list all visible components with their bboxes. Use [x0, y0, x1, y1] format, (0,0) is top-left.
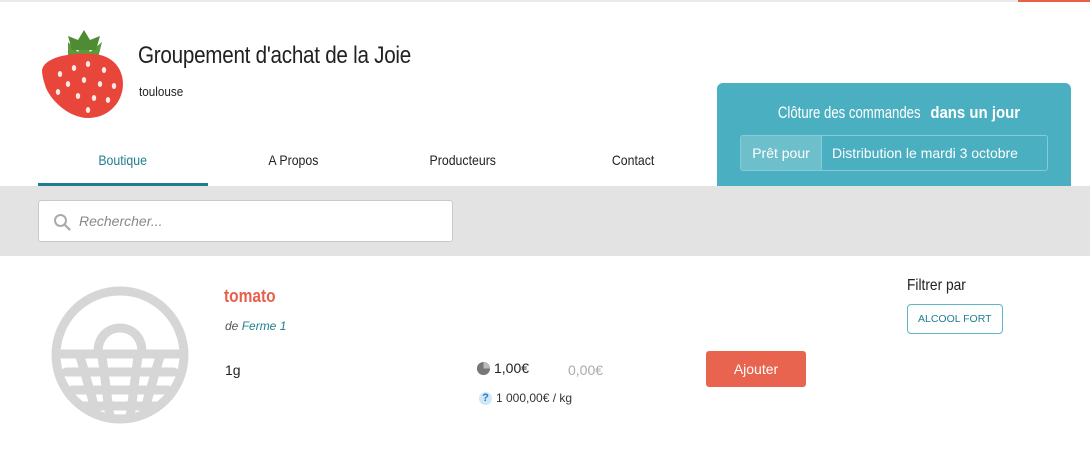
- order-deadline-emphasis: dans un jour: [930, 103, 1020, 122]
- nav-tab-contact[interactable]: Contact: [548, 144, 718, 186]
- site-title: Groupement d'achat de la Joie: [138, 42, 411, 69]
- nav-tab-boutique[interactable]: Boutique: [38, 144, 208, 186]
- add-to-cart-button[interactable]: Ajouter: [706, 351, 806, 387]
- price-value: 1,00€: [494, 360, 530, 376]
- unit-price-value: 1 000,00€ / kg: [496, 391, 573, 405]
- order-deadline-panel: Clôture des commandes dans un jour Prêt …: [717, 83, 1071, 188]
- nav-tab-label: Contact: [611, 152, 655, 168]
- strawberry-logo-icon[interactable]: [38, 30, 130, 122]
- order-deadline-prefix: Clôture des commandes: [777, 103, 921, 122]
- search-box: [38, 200, 453, 242]
- product-price: 1,00€: [476, 360, 529, 376]
- search-icon: [54, 214, 71, 231]
- price-secondary: 0,00€: [568, 362, 604, 378]
- nav-tab-label: Boutique: [98, 152, 148, 168]
- search-input[interactable]: [79, 201, 449, 241]
- site-header: Groupement d'achat de la Joie toulouse B…: [0, 2, 1090, 188]
- producer-prefix: de: [225, 319, 242, 333]
- product-name-text: tomato: [224, 286, 276, 306]
- nav-tab-label: A Propos: [267, 152, 318, 168]
- search-band: [0, 186, 1090, 256]
- pie-chart-icon: [476, 361, 491, 375]
- producer-link[interactable]: Ferme 1: [242, 319, 287, 333]
- filter-tag-alcool-fort[interactable]: ALCOOL FORT: [907, 304, 1003, 334]
- product-quantity: 1g: [225, 362, 241, 378]
- order-deadline-title: Clôture des commandes dans un jour: [717, 103, 1071, 123]
- basket-icon[interactable]: [50, 280, 190, 430]
- main-nav: Boutique A Propos Producteurs Contact: [38, 144, 718, 186]
- unit-price: ? 1 000,00€ / kg: [479, 391, 572, 405]
- distribution-date: Distribution le mardi 3 octobre: [832, 145, 1018, 161]
- filter-title: Filtrer par: [907, 277, 975, 295]
- product-name[interactable]: tomato: [224, 286, 284, 307]
- nav-tab-a-propos[interactable]: A Propos: [208, 144, 378, 186]
- product-producer: de Ferme 1: [225, 319, 286, 333]
- nav-tab-label: Producteurs: [429, 152, 497, 168]
- nav-tab-producteurs[interactable]: Producteurs: [378, 144, 548, 186]
- filter-title-text: Filtrer par: [907, 277, 966, 294]
- distribution-selector[interactable]: Prêt pour Distribution le mardi 3 octobr…: [740, 135, 1048, 171]
- site-city: toulouse: [139, 84, 184, 99]
- ready-label: Prêt pour: [741, 136, 822, 170]
- help-icon[interactable]: ?: [479, 391, 492, 405]
